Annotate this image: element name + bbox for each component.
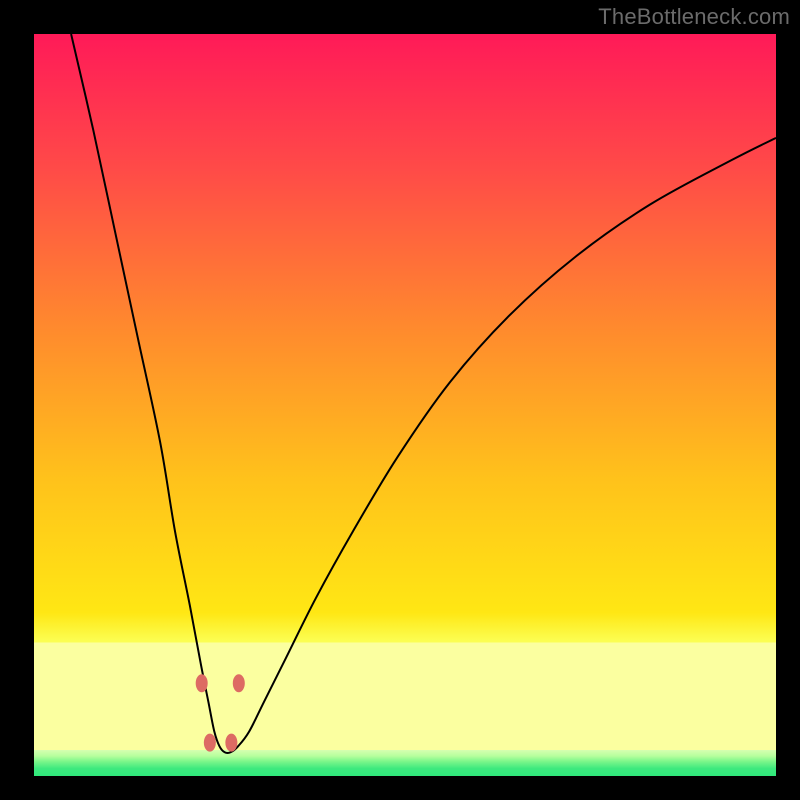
rim-marker [233, 674, 245, 692]
chart-frame: TheBottleneck.com [0, 0, 800, 800]
plot-area [34, 34, 776, 776]
gradient-background [34, 34, 776, 776]
rim-marker [204, 734, 216, 752]
rim-marker [225, 734, 237, 752]
rim-marker [196, 674, 208, 692]
plot-svg [34, 34, 776, 776]
watermark-text: TheBottleneck.com [598, 4, 790, 30]
